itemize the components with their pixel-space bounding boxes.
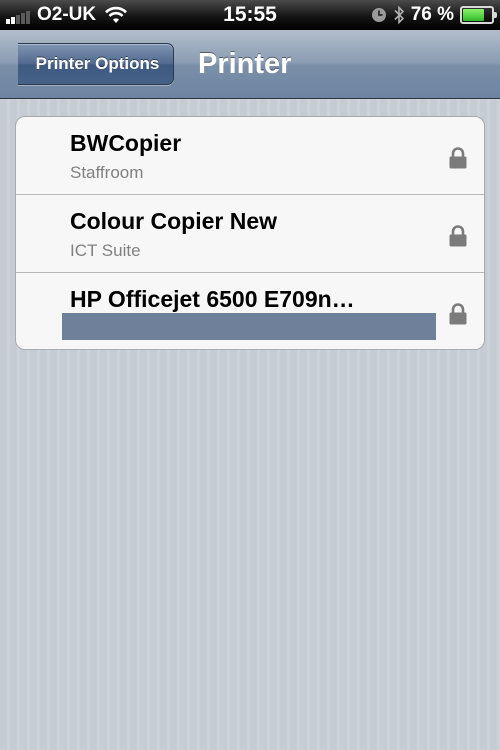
back-button-label: Printer Options	[35, 54, 160, 73]
status-bar: O2-UK 15:55 76 %	[0, 0, 500, 30]
printer-row[interactable]: Colour Copier New ICT Suite	[16, 195, 484, 273]
printer-name: HP Officejet 6500 E709n…	[70, 286, 355, 312]
clock-icon	[371, 8, 386, 22]
page-title: Printer	[198, 48, 292, 80]
lock-icon	[449, 225, 467, 247]
printer-name: BWCopier	[70, 130, 182, 156]
printer-location: Staffroom	[70, 163, 144, 182]
lock-icon	[449, 147, 467, 169]
battery-fill	[463, 9, 485, 21]
printer-name: Colour Copier New	[70, 208, 278, 234]
battery-percent: 76 %	[410, 4, 454, 25]
printer-location: ICT Suite	[70, 241, 141, 260]
printer-row[interactable]: HP Officejet 6500 E709n…	[16, 273, 484, 349]
battery-tip	[494, 12, 497, 18]
printer-list: BWCopier Staffroom Colour Copier New ICT…	[15, 116, 485, 350]
printer-row[interactable]: BWCopier Staffroom	[16, 117, 484, 195]
battery-icon	[460, 6, 497, 24]
status-right: 76 %	[365, 0, 497, 30]
lock-icon	[449, 303, 467, 325]
bluetooth-icon	[394, 5, 404, 25]
back-button[interactable]: Printer Options	[0, 42, 174, 87]
redacted-location-bar	[62, 313, 436, 340]
